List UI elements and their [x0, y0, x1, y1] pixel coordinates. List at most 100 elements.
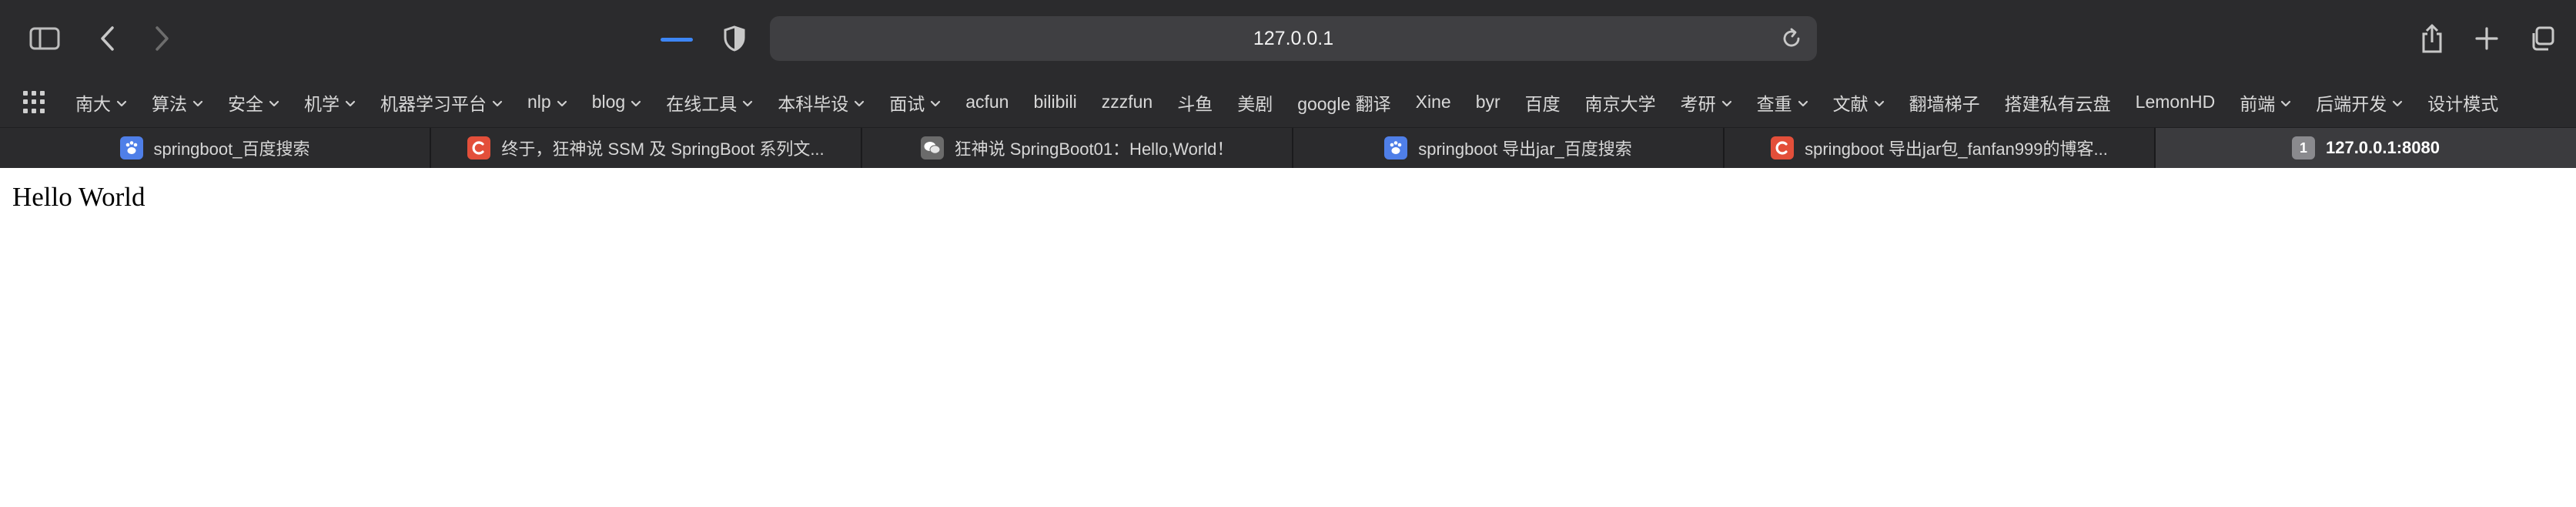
- tab[interactable]: springboot 导出jar_百度搜索: [1293, 128, 1725, 168]
- chevron-down-icon: [930, 92, 941, 112]
- bookmark-label: 查重: [1756, 93, 1792, 114]
- tab-title: 终于，狂神说 SSM 及 SpringBoot 系列文...: [501, 139, 825, 159]
- bookmark-folder[interactable]: 面试: [889, 89, 941, 116]
- bookmark-folder[interactable]: 文献: [1833, 89, 1885, 116]
- bookmark-label: 面试: [889, 93, 925, 114]
- bookmarks-bar: 南大 算法 安全 机学 机器学习平台 nlp blog 在线工具 本科毕设 面试 acfun bili…: [0, 77, 2576, 127]
- bookmark-label: byr: [1475, 92, 1500, 112]
- bookmark-label: 后端开发: [2316, 93, 2387, 114]
- toolbar: 127.0.0.1: [0, 0, 2576, 77]
- new-tab-plus-icon[interactable]: [2465, 17, 2508, 60]
- tab[interactable]: 狂神说 SpringBoot01：Hello,World！: [862, 128, 1293, 168]
- chevron-down-icon: [557, 92, 567, 112]
- bookmark-label: bilibili: [1033, 92, 1077, 112]
- chevron-down-icon: [1874, 92, 1885, 112]
- bookmark-label: 安全: [228, 93, 263, 114]
- tab[interactable]: springboot 导出jar包_fanfan999的博客...: [1725, 128, 2156, 168]
- tab-title: springboot 导出jar包_fanfan999的博客...: [1805, 139, 2108, 159]
- bookmark-label: 翻墙梯子: [1909, 93, 1980, 114]
- bookmark-item[interactable]: google 翻译: [1297, 89, 1390, 116]
- baidu-paw-icon: [119, 136, 143, 159]
- bookmark-folder[interactable]: 后端开发: [2316, 89, 2403, 116]
- reload-icon[interactable]: [1780, 27, 1803, 54]
- bookmark-folder[interactable]: 查重: [1757, 89, 1808, 116]
- bookmark-label: 文献: [1832, 93, 1868, 114]
- bookmark-label: zzzfun: [1101, 92, 1153, 112]
- bookmark-label: Xine: [1415, 92, 1451, 112]
- tab-title: springboot 导出jar_百度搜索: [1418, 139, 1632, 159]
- chevron-down-icon: [631, 92, 641, 112]
- bookmark-label: 百度: [1524, 93, 1561, 114]
- bookmark-folder[interactable]: blog: [592, 92, 641, 112]
- wechat-icon: [920, 136, 944, 159]
- bookmark-folder[interactable]: 机器学习平台: [380, 89, 503, 116]
- bookmark-label: 美剧: [1237, 93, 1273, 114]
- bookmark-label: 斗鱼: [1177, 93, 1213, 114]
- sidebar-icon[interactable]: [23, 17, 66, 60]
- chevron-down-icon: [192, 92, 203, 112]
- bookmark-label: 考研: [1680, 93, 1716, 114]
- bookmark-folder[interactable]: 南大: [75, 89, 127, 116]
- tab-title: springboot_百度搜索: [153, 139, 310, 159]
- bookmark-item[interactable]: acfun: [965, 92, 1009, 112]
- bookmark-folder[interactable]: 本科毕设: [778, 89, 865, 116]
- address-bar[interactable]: 127.0.0.1: [770, 16, 1817, 61]
- tab-title: 狂神说 SpringBoot01：Hello,World！: [954, 139, 1234, 159]
- page-loading-indicator: [661, 38, 693, 42]
- csdn-c-icon: [1771, 136, 1795, 159]
- bookmark-label: 机器学习平台: [380, 93, 487, 114]
- bookmark-item[interactable]: Xine: [1416, 92, 1451, 112]
- bookmark-item[interactable]: LemonHD: [2136, 92, 2216, 112]
- forward-arrow-icon[interactable]: [140, 17, 183, 60]
- bookmark-item[interactable]: bilibili: [1033, 92, 1076, 112]
- chevron-down-icon: [492, 92, 503, 112]
- browser-chrome: 127.0.0.1 南大 算法 安全 机学 机器学习平台 nlp blog 在线工具 本科毕设 面…: [0, 0, 2576, 168]
- bookmark-label: 南大: [75, 93, 111, 114]
- bookmark-folder[interactable]: nlp: [527, 92, 567, 112]
- bookmark-folder[interactable]: 安全: [228, 89, 279, 116]
- bookmark-item[interactable]: 斗鱼: [1177, 89, 1213, 116]
- bookmark-folder[interactable]: 考研: [1681, 89, 1732, 116]
- bookmark-label: google 翻译: [1297, 93, 1391, 114]
- bookmark-item[interactable]: 设计模式: [2427, 89, 2498, 116]
- tab-number-badge-icon: 1: [2291, 136, 2315, 159]
- tab[interactable]: 终于，狂神说 SSM 及 SpringBoot 系列文...: [431, 128, 862, 168]
- bookmark-folder[interactable]: 在线工具: [666, 89, 753, 116]
- bookmark-label: 前端: [2240, 93, 2276, 114]
- tab[interactable]: springboot_百度搜索: [0, 128, 431, 168]
- bookmark-label: 算法: [152, 93, 187, 114]
- tab-overview-icon[interactable]: [2521, 17, 2564, 60]
- bookmark-folder[interactable]: 前端: [2240, 89, 2291, 116]
- privacy-shield-icon[interactable]: [713, 17, 756, 60]
- bookmark-folder[interactable]: 算法: [152, 89, 203, 116]
- bookmark-item[interactable]: zzzfun: [1102, 92, 1153, 112]
- chevron-down-icon: [2280, 92, 2291, 112]
- baidu-paw-icon: [1384, 136, 1408, 159]
- tab-active[interactable]: 1 127.0.0.1:8080: [2156, 128, 2576, 168]
- share-icon[interactable]: [2410, 17, 2454, 60]
- tab-title: 127.0.0.1:8080: [2325, 138, 2441, 157]
- chevron-down-icon: [1798, 92, 1808, 112]
- chevron-down-icon: [345, 92, 356, 112]
- apps-grid-icon[interactable]: [23, 90, 46, 114]
- bookmark-label: 设计模式: [2427, 93, 2499, 114]
- bookmark-label: nlp: [527, 92, 551, 112]
- bookmark-list: 南大 算法 安全 机学 机器学习平台 nlp blog 在线工具 本科毕设 面试 acfun bili…: [75, 89, 2523, 116]
- csdn-c-icon: [467, 136, 491, 159]
- bookmark-item[interactable]: 翻墙梯子: [1909, 89, 1980, 116]
- bookmark-item[interactable]: byr: [1476, 92, 1500, 112]
- bookmark-item[interactable]: 美剧: [1237, 89, 1273, 116]
- hello-world-text: Hello World: [12, 182, 146, 212]
- bookmark-item[interactable]: 南京大学: [1585, 89, 1656, 116]
- bookmark-label: LemonHD: [2135, 92, 2216, 112]
- back-arrow-icon[interactable]: [86, 17, 129, 60]
- page-content: Hello World: [0, 168, 2576, 227]
- bookmark-label: 本科毕设: [778, 93, 849, 114]
- bookmark-item[interactable]: 搭建私有云盘: [2005, 89, 2111, 116]
- url-text: 127.0.0.1: [1253, 27, 1334, 49]
- bookmark-folder[interactable]: 机学: [304, 89, 356, 116]
- bookmark-label: blog: [591, 92, 626, 112]
- chevron-down-icon: [854, 92, 865, 112]
- bookmark-label: acfun: [965, 92, 1009, 112]
- bookmark-item[interactable]: 百度: [1525, 89, 1561, 116]
